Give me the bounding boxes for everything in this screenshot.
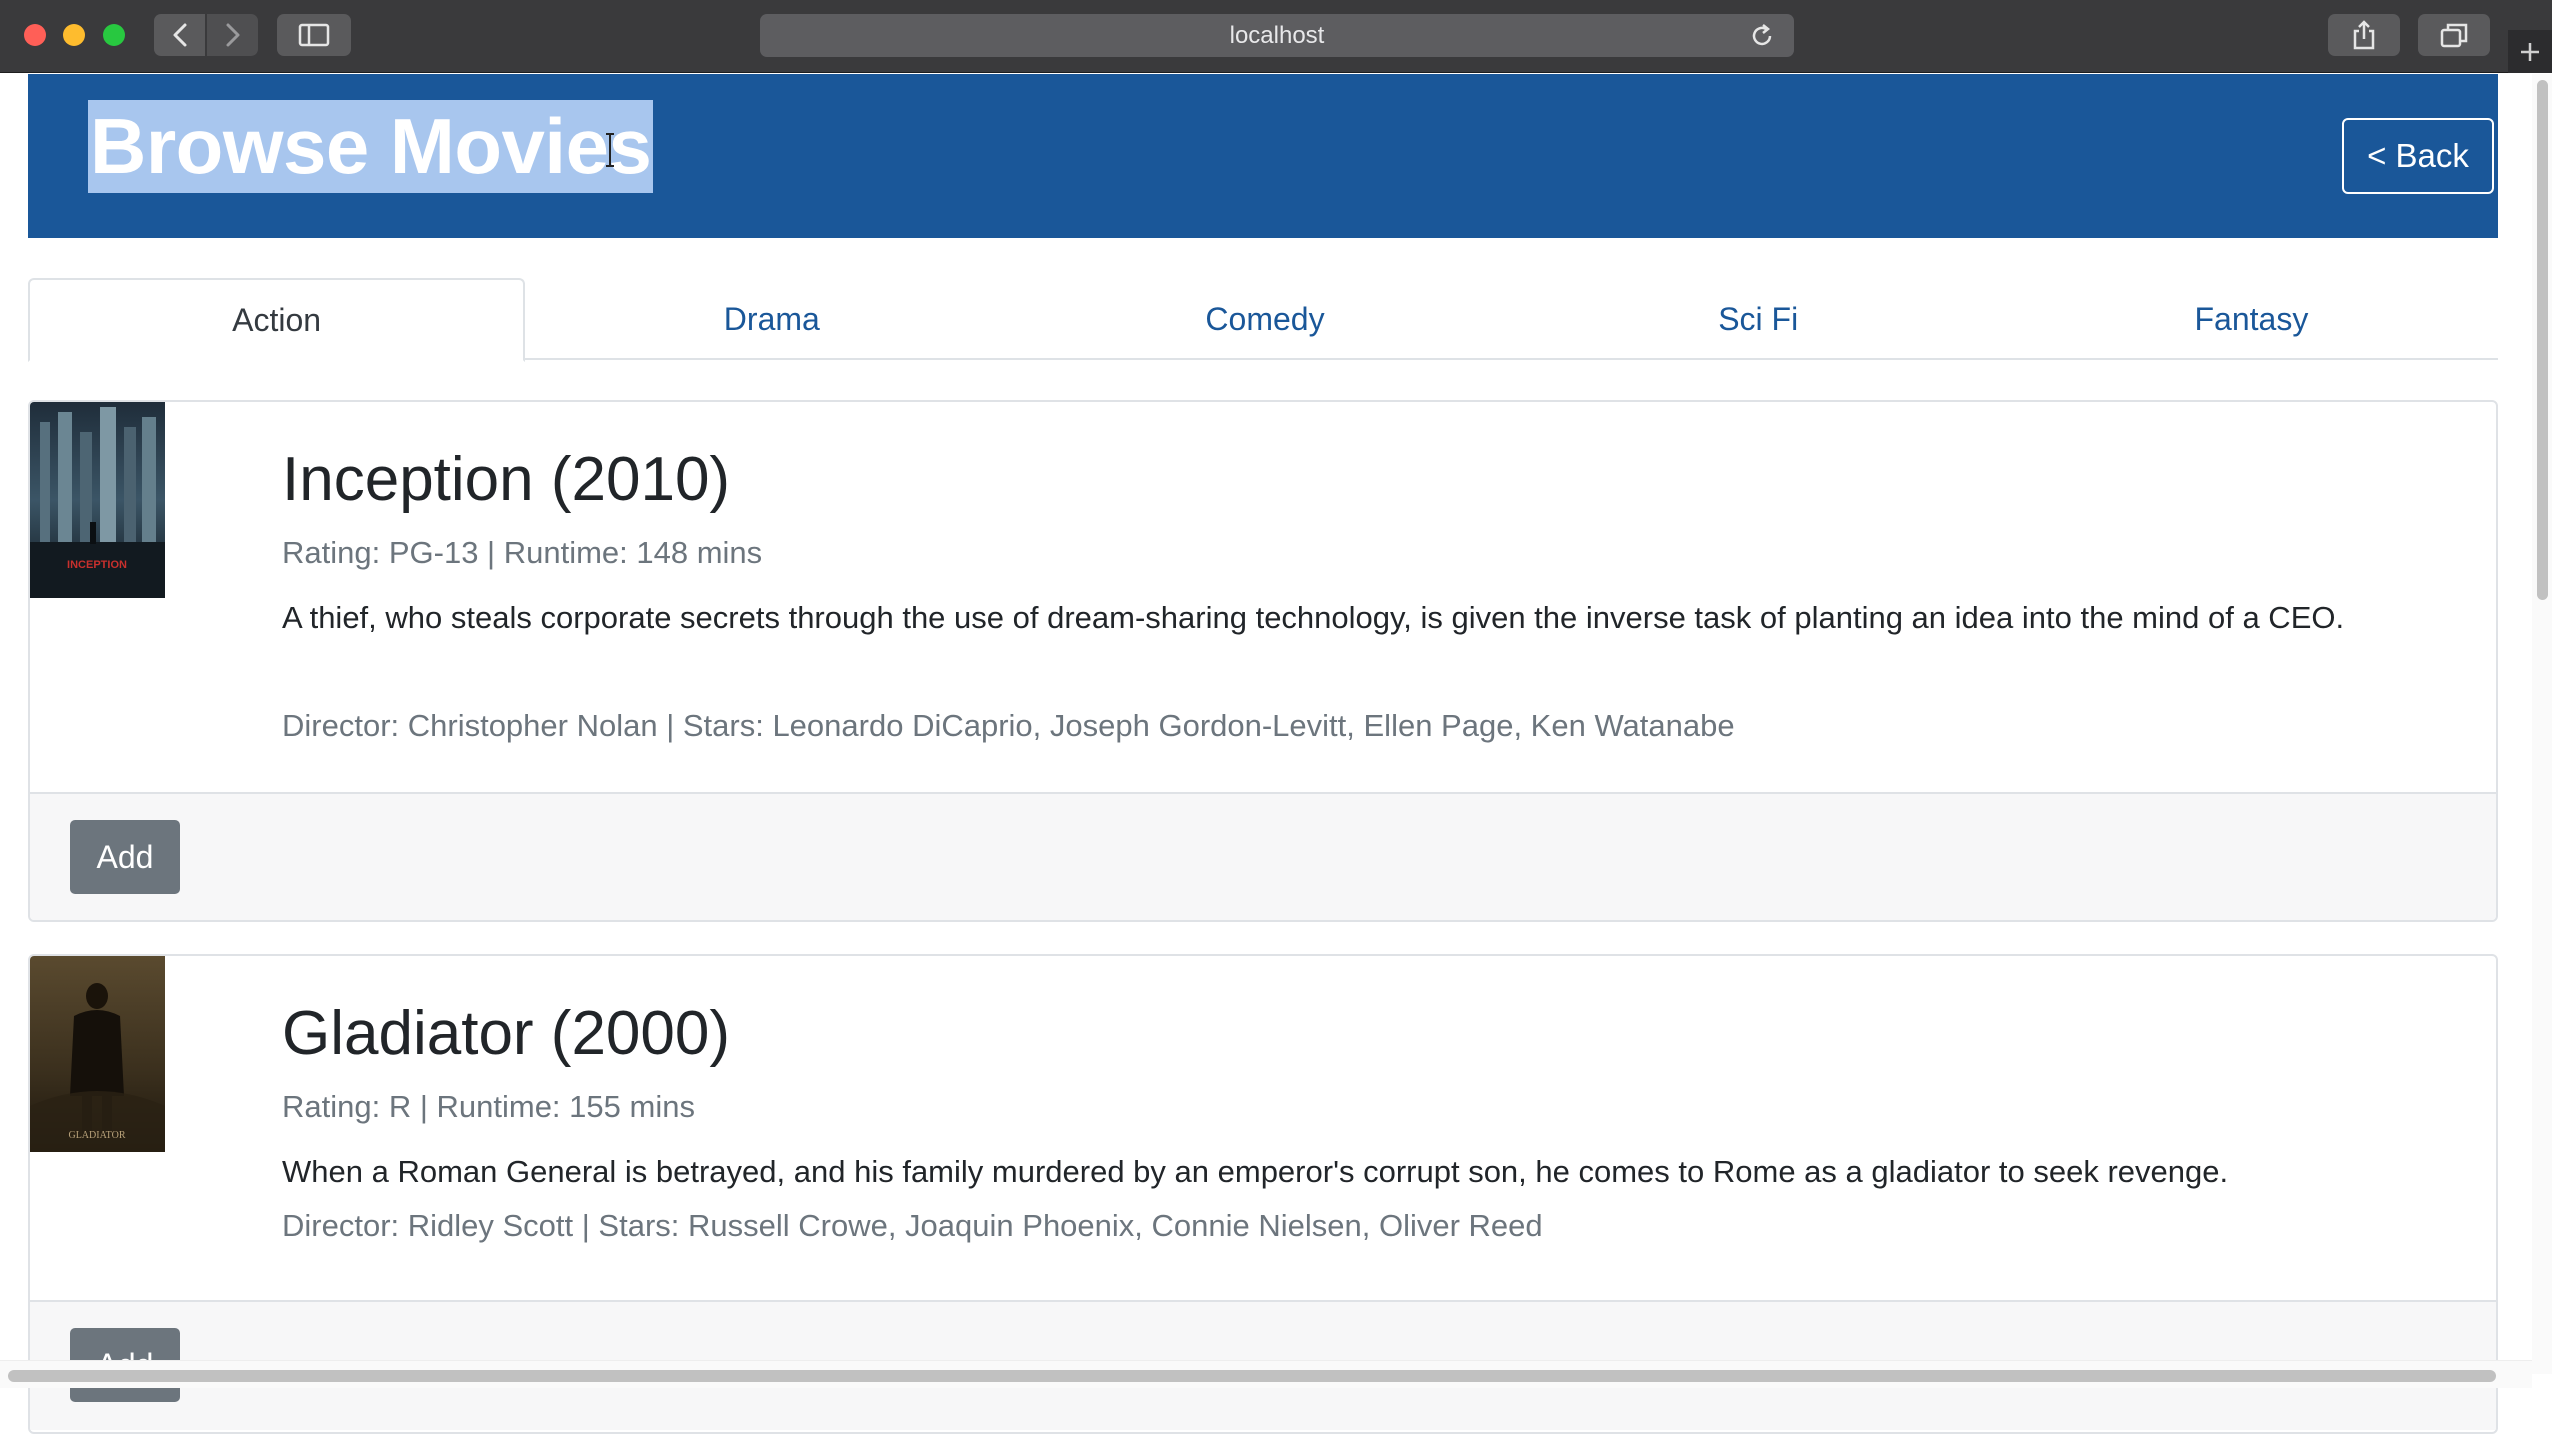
movie-poster: GLADIATOR xyxy=(30,956,165,1152)
tab-drama[interactable]: Drama xyxy=(525,278,1018,360)
horizontal-scroll-thumb[interactable] xyxy=(8,1370,2496,1382)
tab-action[interactable]: Action xyxy=(28,278,526,362)
tab-fantasy[interactable]: Fantasy xyxy=(2005,278,2498,360)
movie-description: A thief, who steals corporate secrets th… xyxy=(282,600,2345,635)
page-header: Browse Movies < Back xyxy=(28,74,2498,238)
movie-card-body: GLADIATOR Gladiator (2000) Rating: R | R… xyxy=(30,956,2496,1346)
sidebar-toggle-button[interactable] xyxy=(277,14,351,56)
movie-card: INCEPTION Inception (2010) Rating: PG-13… xyxy=(28,400,2498,922)
chevron-right-icon xyxy=(226,23,239,47)
movie-title: Gladiator (2000) xyxy=(282,999,731,1068)
share-button[interactable] xyxy=(2328,14,2400,56)
movie-credits: Director: Christopher Nolan | Stars: Leo… xyxy=(282,708,1735,743)
movie-meta: Rating: R | Runtime: 155 mins xyxy=(282,1089,695,1124)
tab-sci-fi[interactable]: Sci Fi xyxy=(1512,278,2005,360)
movie-card-footer: Add xyxy=(30,792,2496,920)
plus-icon xyxy=(2521,42,2539,61)
movie-card-body: INCEPTION Inception (2010) Rating: PG-13… xyxy=(30,402,2496,792)
close-window-button[interactable] xyxy=(24,24,46,46)
chevron-left-icon xyxy=(173,23,186,47)
history-nav xyxy=(154,14,258,56)
minimize-window-button[interactable] xyxy=(63,24,85,46)
zoom-window-button[interactable] xyxy=(103,24,125,46)
poster-title-text: INCEPTION xyxy=(67,559,127,571)
back-button[interactable]: < Back xyxy=(2342,118,2494,194)
poster-title-text: GLADIATOR xyxy=(68,1130,125,1141)
browser-forward-button[interactable] xyxy=(207,14,258,56)
movie-title: Inception (2010) xyxy=(282,445,731,514)
horizontal-scrollbar[interactable] xyxy=(0,1360,2532,1388)
vertical-scroll-thumb[interactable] xyxy=(2537,80,2548,600)
movie-poster: INCEPTION xyxy=(30,402,165,598)
share-icon xyxy=(2353,20,2375,50)
movie-description: When a Roman General is betrayed, and hi… xyxy=(282,1154,2229,1189)
movie-meta: Rating: PG-13 | Runtime: 148 mins xyxy=(282,535,763,570)
url-text: localhost xyxy=(1229,21,1325,49)
new-tab-button[interactable] xyxy=(2508,30,2552,73)
tab-overview-button[interactable] xyxy=(2418,14,2490,56)
address-bar[interactable]: localhost xyxy=(760,14,1794,57)
reload-button[interactable] xyxy=(1748,22,1776,50)
web-page: Browse Movies < Back Action Drama Comedy… xyxy=(0,74,2532,1434)
browser-toolbar: localhost xyxy=(0,0,2552,73)
tab-comedy[interactable]: Comedy xyxy=(1018,278,1511,360)
text-cursor-icon xyxy=(606,133,614,167)
reload-icon xyxy=(1752,24,1772,46)
movie-credits: Director: Ridley Scott | Stars: Russell … xyxy=(282,1208,1543,1243)
add-button[interactable]: Add xyxy=(70,820,180,894)
sidebar-icon xyxy=(298,23,330,47)
page-title: Browse Movies xyxy=(88,100,654,193)
browser-back-button[interactable] xyxy=(154,14,205,56)
genre-tabs: Action Drama Comedy Sci Fi Fantasy xyxy=(28,278,2498,362)
tabs-overview-icon xyxy=(2440,23,2468,48)
vertical-scrollbar[interactable] xyxy=(2532,74,2552,1374)
